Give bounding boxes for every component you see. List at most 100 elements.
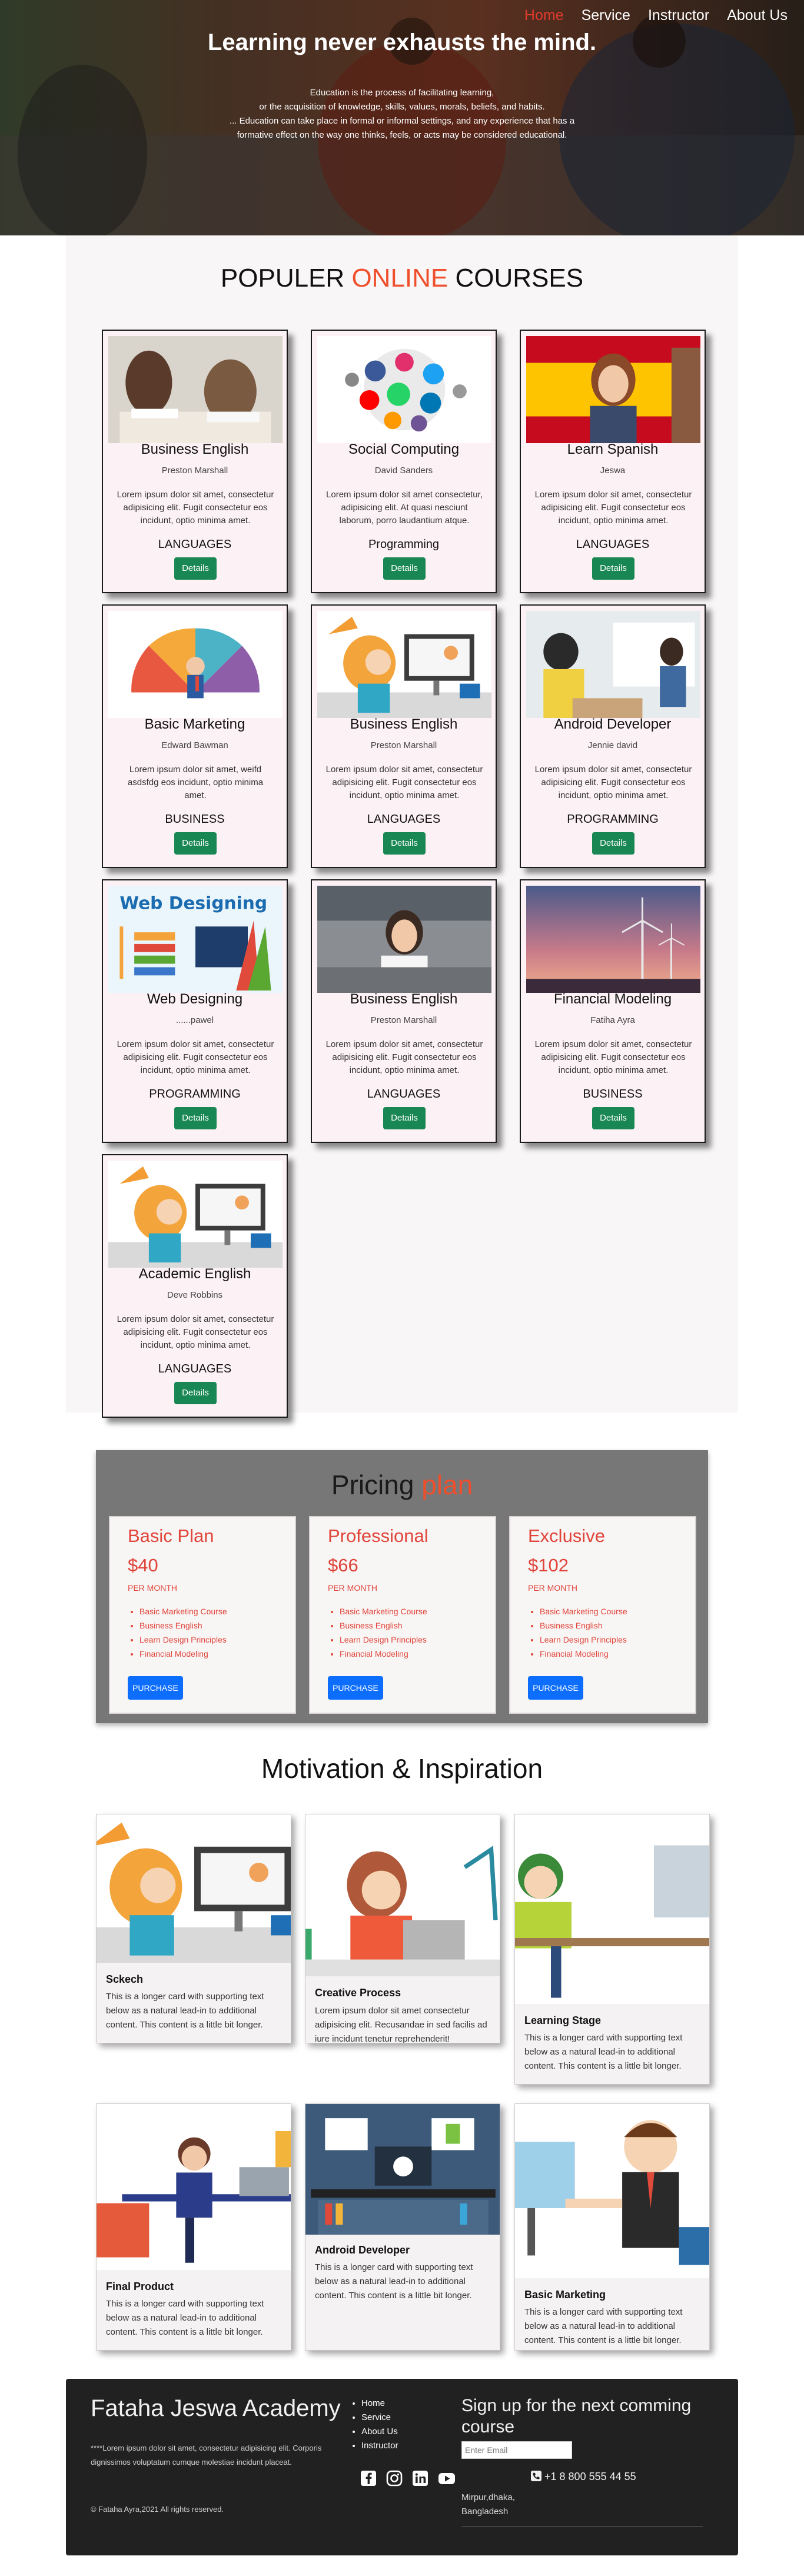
course-title: Android Developer	[554, 716, 672, 732]
facebook-icon[interactable]	[360, 2470, 377, 2487]
phone-number: +1 8 800 555 44 55	[544, 2471, 636, 2482]
courses-title-accent: ONLINE	[351, 264, 448, 292]
course-category: Programming	[368, 538, 440, 551]
instagram-icon[interactable]	[386, 2470, 403, 2487]
motivation-title: Motivation & Inspiration	[261, 1753, 543, 1784]
course-title: Financial Modeling	[553, 991, 672, 1007]
purchase-button[interactable]: PURCHASE	[528, 1676, 583, 1700]
course-description: Lorem ipsum dolor sit amet, consectetur …	[117, 1039, 274, 1075]
course-instructor: Preston Marshall	[370, 1015, 437, 1025]
motivation-card-title: Basic Marketing	[524, 2289, 606, 2301]
course-instructor: Edward Bawman	[161, 740, 228, 750]
pricing-title-main: Pricing	[331, 1470, 414, 1500]
course-title: Business English	[350, 991, 458, 1007]
course-card: Business English Preston Marshall Lorem …	[311, 879, 497, 1143]
course-image: Web Designing	[108, 886, 283, 993]
nav-service[interactable]: Service	[582, 7, 630, 24]
details-button[interactable]: Details	[174, 1382, 217, 1404]
courses-title-part2: COURSES	[455, 264, 584, 292]
details-button[interactable]: Details	[383, 1107, 426, 1129]
course-description: Lorem ipsum dolor sit amet consectetur, …	[326, 490, 483, 526]
motivation-card: Basic Marketing This is a longer card wi…	[514, 2103, 710, 2351]
course-category: PROGRAMMING	[567, 813, 659, 826]
course-title: Business English	[350, 716, 458, 732]
course-card: Web Designing Web Designing ......pawel …	[102, 879, 288, 1143]
details-button[interactable]: Details	[174, 832, 217, 855]
course-image	[108, 336, 283, 443]
footer-link-instructor[interactable]: Instructor	[361, 2439, 398, 2453]
motivation-card-image	[97, 1814, 291, 1963]
details-button[interactable]: Details	[383, 557, 426, 580]
youtube-icon[interactable]	[438, 2470, 455, 2487]
plan-price: $102	[528, 1555, 569, 1575]
courses-title-part1: POPULER	[220, 264, 345, 292]
course-instructor: Deve Robbins	[167, 1290, 223, 1300]
purchase-button[interactable]: PURCHASE	[128, 1676, 183, 1700]
footer-phone: +1 8 800 555 44 55	[531, 2471, 636, 2483]
motivation-card-image	[97, 2104, 291, 2270]
course-title: Business English	[141, 441, 249, 457]
course-image	[526, 336, 700, 443]
course-image	[108, 1161, 283, 1268]
nav-instructor[interactable]: Instructor	[648, 7, 709, 24]
motivation-card-text: This is a longer card with supporting te…	[106, 2299, 264, 2337]
details-button[interactable]: Details	[174, 1107, 217, 1129]
linkedin-icon[interactable]	[412, 2470, 428, 2487]
hero-banner: Learning never exhausts the mind. Educat…	[0, 0, 804, 235]
motivation-card-title: Final Product	[106, 2281, 174, 2292]
footer-description: ****Lorem ipsum dolor sit amet, consecte…	[91, 2444, 322, 2467]
course-instructor: Fatiha Ayra	[590, 1015, 635, 1025]
plan-features: Basic Marketing CourseBusiness EnglishLe…	[540, 1604, 627, 1661]
course-category: LANGUAGES	[158, 538, 232, 551]
details-button[interactable]: Details	[592, 1107, 634, 1129]
motivation-card-text: Lorem ipsum dolor sit amet consectetur a…	[315, 2006, 487, 2043]
phone-icon	[531, 2471, 541, 2481]
course-title: Learn Spanish	[567, 441, 659, 457]
motivation-card: Sckech This is a longer card with suppor…	[96, 1814, 291, 2043]
plan-features: Basic Marketing CourseBusiness EnglishLe…	[340, 1604, 427, 1661]
plan-price: $66	[328, 1555, 358, 1575]
footer-brand: Fataha Jeswa Academy	[91, 2395, 341, 2421]
purchase-button[interactable]: PURCHASE	[328, 1676, 383, 1700]
course-description: Lorem ipsum dolor sit amet, consectetur …	[117, 490, 274, 526]
course-category: LANGUAGES	[367, 813, 441, 826]
footer-link-service[interactable]: Service	[361, 2411, 398, 2425]
plan-feature: Basic Marketing Course	[340, 1604, 427, 1618]
address-line: Mirpur,dhaka,	[461, 2492, 515, 2502]
footer-link-about-us[interactable]: About Us	[361, 2425, 398, 2439]
course-description: Lorem ipsum dolor sit amet, consectetur …	[534, 765, 692, 800]
plan-period: PER MONTH	[328, 1583, 377, 1593]
plan-name: Professional	[328, 1525, 428, 1546]
course-description: Lorem ipsum dolor sit amet, consectetur …	[534, 490, 692, 526]
motivation-card-text: This is a longer card with supporting te…	[524, 2307, 683, 2345]
course-card: Business English Preston Marshall Lorem …	[311, 604, 497, 868]
plan-period: PER MONTH	[128, 1583, 177, 1593]
footer-link-home[interactable]: Home	[361, 2396, 398, 2411]
motivation-card-image	[515, 1814, 709, 2004]
motivation-card-text: This is a longer card with supporting te…	[524, 2033, 683, 2071]
course-card: Social Computing David Sanders Lorem ips…	[311, 330, 497, 593]
plan-feature: Business English	[340, 1618, 427, 1633]
email-field[interactable]	[461, 2441, 572, 2459]
course-category: BUSINESS	[165, 813, 225, 826]
details-button[interactable]: Details	[174, 557, 217, 580]
course-instructor: Jennie david	[587, 740, 638, 750]
motivation-card-title: Learning Stage	[524, 2015, 602, 2026]
details-button[interactable]: Details	[383, 832, 426, 855]
nav-about-us[interactable]: About Us	[727, 7, 788, 24]
pricing-title: Pricing plan	[96, 1469, 708, 1501]
plan-feature: Business English	[139, 1618, 227, 1633]
nav-home[interactable]: Home	[524, 7, 564, 24]
social-links	[360, 2470, 455, 2487]
course-card: Financial Modeling Fatiha Ayra Lorem ips…	[520, 879, 706, 1143]
details-button[interactable]: Details	[592, 832, 634, 855]
motivation-card-image	[305, 2104, 500, 2235]
plan-feature: Basic Marketing Course	[139, 1604, 227, 1618]
course-instructor: Jeswa	[600, 466, 626, 476]
course-card: Learn Spanish Jeswa Lorem ipsum dolor si…	[520, 330, 706, 593]
course-category: PROGRAMMING	[149, 1088, 241, 1101]
details-button[interactable]: Details	[592, 557, 634, 580]
course-image	[526, 886, 700, 993]
plan-features: Basic Marketing CourseBusiness EnglishLe…	[139, 1604, 227, 1661]
footer-divider	[461, 2526, 703, 2527]
